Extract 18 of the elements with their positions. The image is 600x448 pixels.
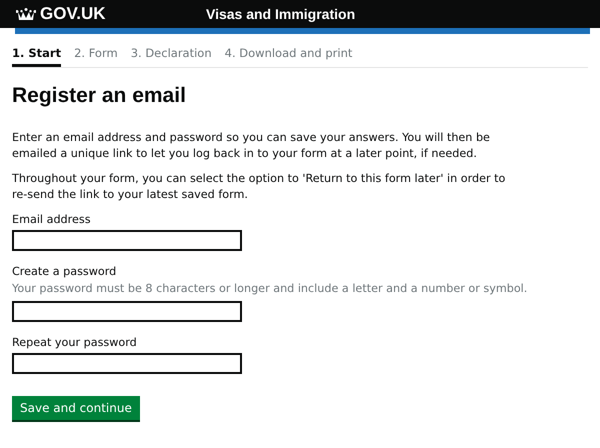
step-tab[interactable]: 1. Start (12, 44, 62, 67)
field-hint: Your password must be 8 characters or longer and include a letter and a number or symbol. (12, 282, 528, 295)
crown-icon (16, 6, 36, 22)
field-label: Create a password (12, 265, 118, 278)
intro-paragraph: Enter an email address and password so you can save your answers. You will then be emailed a unique link to let you log back in to your form at a later point, if needed. (12, 130, 491, 162)
intro-paragraph: Throughout your form, you can select the option to 'Return to this form later' in order to re-send the link to your latest saved form. (12, 171, 506, 203)
page-title: Register an email (12, 84, 187, 108)
step-tab[interactable]: 4. Download and print (224, 44, 352, 67)
service-name: Visas and Immigration (206, 6, 356, 22)
input-field[interactable] (12, 301, 242, 322)
field-label: Repeat your password (12, 336, 138, 349)
input-field[interactable] (12, 353, 242, 374)
field-label: Email address (12, 213, 92, 226)
logo-text[interactable]: GOV.UK (40, 4, 106, 24)
step-tab[interactable]: 3. Declaration (130, 44, 212, 67)
input-field[interactable] (12, 230, 242, 251)
save-button[interactable]: Save and continue (12, 396, 140, 420)
step-tab[interactable]: 2. Form (74, 44, 118, 67)
